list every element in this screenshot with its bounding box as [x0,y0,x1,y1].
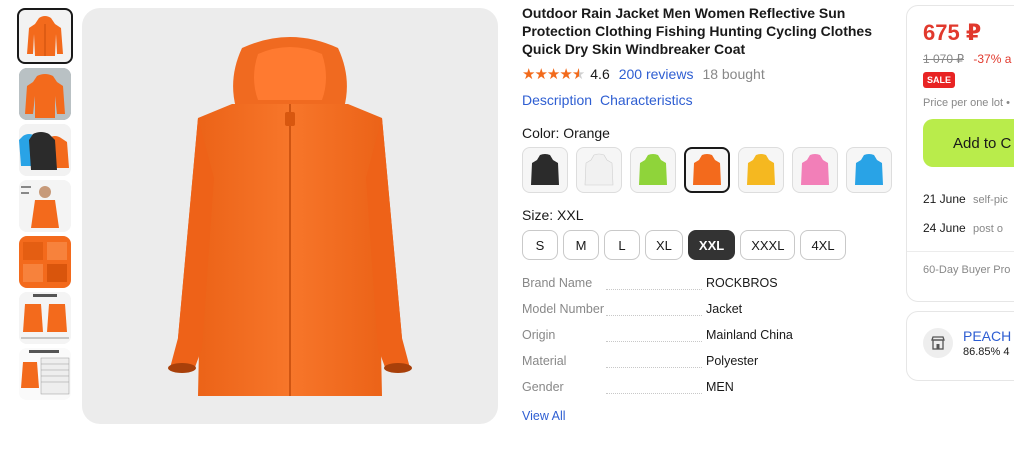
spec-value: Mainland China [706,328,793,342]
spec-value: Polyester [706,354,759,368]
half-star-icon: ★ [571,66,585,83]
star-icon: ★ [534,66,547,83]
add-to-cart-button[interactable]: Add to C [923,119,1014,167]
delivery-date: 21 June [923,192,966,206]
spec-value: ROCKBROS [706,276,778,290]
thumbnail-4[interactable] [19,180,71,232]
delivery-method: post o [973,223,1004,235]
thumbnail-2[interactable] [19,68,71,120]
bought-count: 18 bought [702,66,765,82]
main-product-image[interactable] [82,8,498,424]
delivery-method: self-pic [973,194,1008,206]
delivery-options: 21 June self-pic 24 June post o [923,185,1014,243]
thumbnail-5[interactable] [19,236,71,288]
thumbnail-list [16,8,74,404]
star-icon: ★ [559,66,572,83]
size-option[interactable]: 4XL [800,230,846,260]
store-card[interactable]: PEACH 86.85% 4 [906,311,1014,381]
color-label: Color: Orange [522,125,610,141]
spec-key: Brand Name [522,276,593,290]
price-per-lot: Price per one lot • [923,97,1011,109]
size-option[interactable]: M [563,230,599,260]
product-title: Outdoor Rain Jacket Men Women Reflective… [522,5,872,57]
store-rating-value: 86.85% [963,346,1001,358]
specs-table: Brand Name ROCKBROS Model Number Jacket … [522,276,892,406]
product-info: Outdoor Rain Jacket Men Women Reflective… [522,4,892,423]
color-swatch-pink[interactable] [792,147,838,193]
spec-row: Material Polyester [522,354,892,380]
spec-row: Origin Mainland China [522,328,892,354]
spec-row: Gender MEN [522,380,892,406]
color-swatch-white[interactable] [576,147,622,193]
spec-key: Model Number [522,302,604,316]
old-price: 1 070 ₽ [923,52,964,66]
spec-row: Model Number Jacket [522,302,892,328]
star-icon: ★ [522,66,535,83]
rating-stars: ★ ★ ★ ★ ★ [522,65,585,83]
price-compare: 1 070 ₽ -37% a [923,52,1014,66]
size-options: S M L XL XXL XXXL 4XL [522,230,892,260]
spec-dots [606,288,702,290]
spec-row: Brand Name ROCKBROS [522,276,892,302]
spec-dots [606,340,702,342]
spec-key: Gender [522,380,564,394]
spec-key: Origin [522,328,556,342]
store-name[interactable]: PEACH [963,328,1011,344]
rating-value: 4.6 [590,66,610,82]
sale-badge: SALE [923,72,956,88]
color-swatch-orange[interactable] [684,147,730,193]
delivery-option[interactable]: 21 June self-pic [923,185,1014,214]
size-option-selected[interactable]: XXL [687,230,736,260]
rating-row: ★ ★ ★ ★ ★ 4.6 200 reviews 18 bought [522,65,892,83]
orange-jacket-image [168,37,412,396]
color-swatch-yellow[interactable] [738,147,784,193]
spec-dots [606,392,702,394]
view-all-link[interactable]: View All [522,409,892,423]
spec-key: Material [522,354,567,368]
color-swatch-black[interactable] [522,147,568,193]
characteristics-link[interactable]: Characteristics [600,92,693,108]
store-info: PEACH 86.85% 4 [963,328,1011,380]
size-option[interactable]: XL [645,230,683,260]
color-swatch-green[interactable] [630,147,676,193]
size-option[interactable]: S [522,230,558,260]
description-link[interactable]: Description [522,92,592,108]
color-options [522,147,892,193]
divider [907,251,1014,252]
store-icon [923,328,953,358]
store-rating: 86.85% 4 [963,346,1011,358]
thumbnail-6[interactable] [19,292,71,344]
buyer-protection[interactable]: 60-Day Buyer Pro [923,264,1014,276]
spec-value: MEN [706,380,734,394]
spec-dots [606,314,702,316]
color-swatch-blue[interactable] [846,147,892,193]
delivery-option[interactable]: 24 June post o [923,214,1014,243]
thumbnail-1[interactable] [17,8,73,64]
reviews-link[interactable]: 200 reviews [619,66,694,82]
spec-value: Jacket [706,302,743,316]
star-icon: ★ [546,66,560,83]
buy-box: 675 ₽ 1 070 ₽ -37% a SALE Price per one … [906,5,1014,302]
store-rating-tail: 4 [1003,346,1010,358]
thumbnail-7[interactable] [19,348,71,400]
discount-percent: -37% a [973,52,1012,66]
current-price: 675 ₽ [923,20,982,45]
delivery-date: 24 June [923,221,966,235]
size-label: Size: XXL [522,207,584,223]
size-option[interactable]: L [604,230,640,260]
size-option[interactable]: XXXL [740,230,796,260]
section-links: Description Characteristics [522,92,892,108]
thumbnail-3[interactable] [19,124,71,176]
spec-dots [606,366,702,368]
